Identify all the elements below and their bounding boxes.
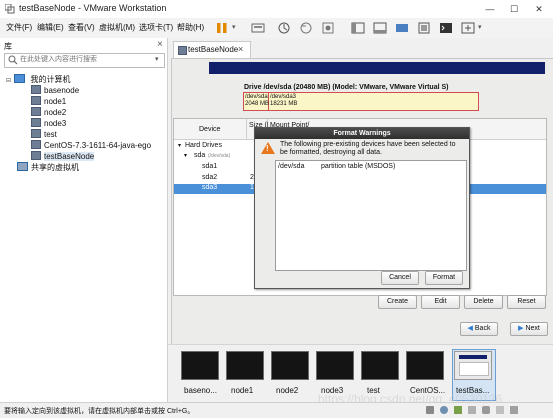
installer-banner (209, 62, 545, 74)
fit-window-icon[interactable] (460, 20, 476, 36)
tab-label: testBaseNode (188, 45, 239, 54)
column-header-device[interactable]: Device (174, 119, 247, 140)
device-detail: partition table (MSDOS) (321, 163, 396, 170)
title-bar: testBaseNode - VMware Workstation — ☐ ✕ (0, 0, 553, 19)
chevron-down-icon[interactable]: ▾ (478, 23, 482, 31)
minimize-button[interactable]: — (479, 2, 501, 16)
tab-testbasenode[interactable]: testBaseNode × (173, 41, 251, 58)
tree-item-centos[interactable]: CentOS-7.3-1611-64-java-ego (31, 140, 151, 150)
reset-button[interactable]: Reset (507, 295, 546, 309)
vm-icon (31, 151, 41, 160)
device-name: /dev/sda (278, 163, 305, 170)
library-close-button[interactable]: × (157, 39, 163, 50)
tree-item-test[interactable]: test (31, 129, 57, 139)
tree-item-node3[interactable]: node3 (31, 118, 66, 128)
edit-button[interactable]: Edit (421, 295, 460, 309)
display-icon[interactable] (510, 406, 518, 414)
library-header: 库 (4, 42, 12, 51)
pause-icon[interactable] (214, 20, 230, 36)
device-list[interactable]: /dev/sda partition table (MSDOS) (275, 160, 467, 271)
thumbnail-toggle-icon[interactable] (372, 20, 388, 36)
dialog-title: Format Warnings (255, 128, 469, 139)
back-button[interactable]: ◀ Back (460, 322, 498, 336)
thumbnail-node1[interactable] (226, 351, 264, 380)
partition-segment-sda[interactable]: /dev/sda 2048 MB (244, 93, 269, 110)
snapshot-manager-icon[interactable] (320, 20, 336, 36)
vm-icon (31, 96, 41, 105)
hdd-icon[interactable] (426, 406, 434, 414)
menu-vm[interactable]: 虚拟机(M) (99, 22, 135, 33)
fullscreen-icon[interactable] (394, 20, 410, 36)
vm-icon (31, 107, 41, 116)
arrow-left-icon: ◀ (467, 325, 473, 332)
partition-map[interactable]: /dev/sda 2048 MB /dev/sda3 18231 MB (243, 92, 479, 111)
tree-item-basenode[interactable]: basenode (31, 85, 79, 95)
vmware-logo-icon (5, 4, 15, 14)
cdrom-icon[interactable] (440, 406, 448, 414)
menu-edit[interactable]: 编辑(E) (37, 22, 64, 33)
menu-view[interactable]: 查看(V) (68, 22, 95, 33)
close-window-button[interactable]: ✕ (528, 2, 550, 16)
delete-button[interactable]: Delete (464, 295, 503, 309)
vm-icon (31, 85, 41, 94)
send-keys-icon[interactable] (250, 20, 266, 36)
expand-icon[interactable]: ▾ (178, 142, 181, 149)
thumbnail-basenode[interactable] (181, 351, 219, 380)
tree-root-my-computer[interactable]: ⊟ 我的计算机 (6, 74, 70, 84)
tree-label: 我的计算机 (30, 75, 71, 84)
sidebar-toggle-icon[interactable] (350, 20, 366, 36)
vm-icon (31, 129, 41, 138)
collapse-icon[interactable]: ⊟ (6, 77, 12, 84)
tree-item-testbasenode[interactable]: testBaseNode (31, 151, 95, 161)
snapshot-icon[interactable] (276, 20, 292, 36)
computer-icon (14, 74, 26, 83)
status-text: 要将输入定向到该虚拟机，请在虚拟机内部单击或按 Ctrl+G。 (4, 408, 195, 415)
tab-close-button[interactable]: × (238, 44, 243, 54)
library-panel: 库 × ▾ ⊟ 我的计算机 basenode node1 node2 node3… (0, 38, 168, 402)
tree-item-node1[interactable]: node1 (31, 96, 66, 106)
expand-icon[interactable]: ▾ (184, 152, 187, 159)
window-title: testBaseNode - VMware Workstation (19, 3, 167, 13)
dialog-message: The following pre-existing devices have … (280, 141, 456, 156)
network-icon[interactable] (454, 406, 462, 414)
create-button[interactable]: Create (378, 295, 417, 309)
format-warnings-dialog: Format Warnings ! The following pre-exis… (254, 127, 470, 289)
tree-item-shared-vms[interactable]: 共享的虚拟机 (17, 162, 79, 172)
thumbnail-node3[interactable] (316, 351, 354, 380)
arrow-right-icon: ▶ (518, 325, 524, 332)
cancel-button[interactable]: Cancel (381, 271, 419, 285)
menu-help[interactable]: 帮助(H) (177, 22, 204, 33)
menu-tabs[interactable]: 选项卡(T) (139, 22, 173, 33)
revert-snapshot-icon[interactable] (298, 20, 314, 36)
thumbnail-test[interactable] (361, 351, 399, 380)
usb-icon[interactable] (468, 406, 476, 414)
status-bar: 要将输入定向到该虚拟机，请在虚拟机内部单击或按 Ctrl+G。 (0, 402, 553, 418)
maximize-button[interactable]: ☐ (503, 2, 525, 16)
drive-title: Drive /dev/sda (20480 MB) (Model: VMware… (244, 84, 449, 91)
printer-icon[interactable] (496, 406, 504, 414)
vm-icon (31, 118, 41, 127)
unity-icon[interactable] (416, 20, 432, 36)
thumbnail-node2[interactable] (271, 351, 309, 380)
partition-segment-sda3[interactable]: /dev/sda3 18231 MB (269, 93, 477, 110)
chevron-down-icon[interactable]: ▾ (232, 23, 236, 31)
thumbnail-centos[interactable] (406, 351, 444, 380)
chevron-down-icon[interactable]: ▾ (155, 55, 159, 63)
vm-icon (31, 140, 41, 149)
shared-vms-icon (17, 162, 28, 171)
sound-icon[interactable] (482, 406, 490, 414)
next-button[interactable]: ▶ Next (510, 322, 548, 336)
search-input[interactable] (20, 54, 148, 65)
console-view-icon[interactable] (438, 20, 454, 36)
menu-file[interactable]: 文件(F) (6, 22, 32, 33)
warning-mark: ! (266, 144, 269, 153)
format-button[interactable]: Format (425, 271, 463, 285)
search-icon (8, 55, 18, 65)
library-search[interactable]: ▾ (4, 53, 165, 68)
vm-icon (178, 46, 187, 55)
menu-bar: 文件(F) 编辑(E) 查看(V) 虚拟机(M) 选项卡(T) 帮助(H) ▾ … (0, 18, 553, 39)
tree-item-node2[interactable]: node2 (31, 107, 66, 117)
thumbnail-testbasenode[interactable] (454, 351, 492, 380)
